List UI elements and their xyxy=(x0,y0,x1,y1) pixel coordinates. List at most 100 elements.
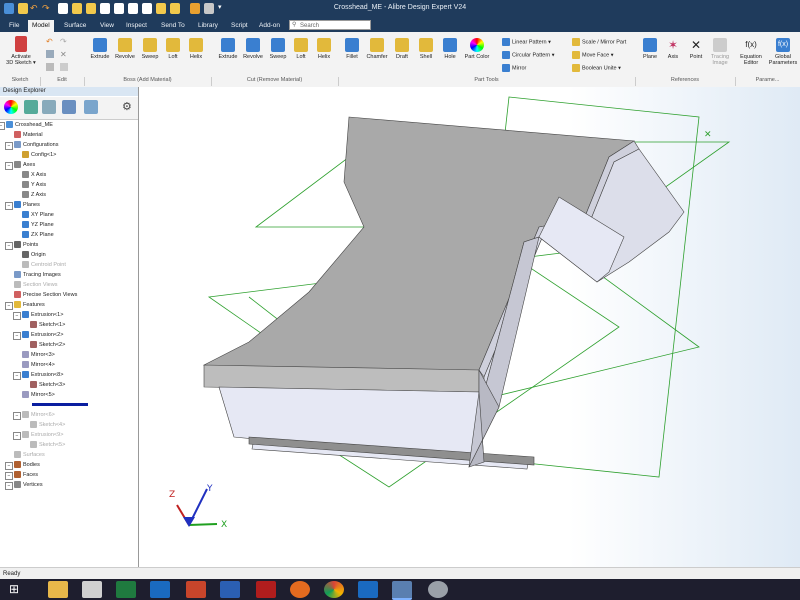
app-icon-2[interactable] xyxy=(428,581,448,598)
point-button[interactable]: ✕ Point xyxy=(686,38,706,60)
word-icon[interactable] xyxy=(220,581,240,598)
tree-item[interactable]: Features xyxy=(14,300,45,310)
boolean-unite-button[interactable]: Boolean Unite ▾ xyxy=(572,64,621,72)
boss-extrude-button[interactable]: Extrude xyxy=(88,38,112,60)
tree-item[interactable]: Surfaces xyxy=(14,450,45,460)
tree-item[interactable]: Extrusion<2> xyxy=(22,330,63,340)
expand-toggle[interactable]: − xyxy=(5,462,13,470)
fillet-button[interactable]: Fillet xyxy=(342,38,362,60)
tree-icon[interactable] xyxy=(84,100,98,114)
menu-send-to[interactable]: Send To xyxy=(157,20,189,32)
expand-toggle[interactable]: − xyxy=(5,162,13,170)
expand-toggle[interactable]: − xyxy=(5,202,13,210)
tree-item[interactable]: Centroid Point xyxy=(22,260,66,270)
expand-toggle[interactable]: − xyxy=(13,332,21,340)
menu-view[interactable]: View xyxy=(96,20,118,32)
tree-item[interactable]: Y Axis xyxy=(22,180,46,190)
activate-3d-sketch-button[interactable]: Activate 3D Sketch ▾ xyxy=(3,36,39,66)
excel-icon[interactable] xyxy=(116,581,136,598)
display-icon[interactable] xyxy=(62,100,76,114)
tree-item[interactable]: Sketch<2> xyxy=(30,340,65,350)
gear-icon[interactable]: ⚙ xyxy=(122,100,136,114)
circular-pattern-button[interactable]: Circular Pattern ▾ xyxy=(502,51,555,59)
tree-item[interactable]: Mirror<3> xyxy=(22,350,55,360)
plane-button[interactable]: Plane xyxy=(640,38,660,60)
expand-toggle[interactable]: − xyxy=(13,372,21,380)
tree-item[interactable]: ZX Plane xyxy=(22,230,54,240)
expand-toggle[interactable]: − xyxy=(13,312,21,320)
tree-item[interactable]: Extrusion<9> xyxy=(22,430,63,440)
cut-loft-button[interactable]: Loft xyxy=(291,38,311,60)
shell-button[interactable]: Shell xyxy=(416,38,436,60)
chamfer-button[interactable]: Chamfer xyxy=(364,38,390,60)
file-explorer-icon[interactable] xyxy=(48,581,68,598)
3d-viewport[interactable]: Z Y X ✕ xyxy=(139,87,800,567)
expand-toggle[interactable]: − xyxy=(5,242,13,250)
tree-item[interactable]: XY Plane xyxy=(22,210,54,220)
tree-item[interactable]: Planes xyxy=(14,200,40,210)
tree-item[interactable]: Axes xyxy=(14,160,35,170)
expand-toggle[interactable]: − xyxy=(5,302,13,310)
cut-icon[interactable] xyxy=(60,63,68,71)
color-wheel-icon[interactable] xyxy=(4,100,18,114)
tree-item[interactable]: Precise Section Views xyxy=(14,290,77,300)
boss-revolve-button[interactable]: Revolve xyxy=(113,38,137,60)
axis-tool-icon[interactable] xyxy=(24,100,38,114)
delete-icon[interactable]: ✕ xyxy=(60,50,68,59)
tree-item[interactable]: Points xyxy=(14,240,38,250)
tree-item[interactable]: Mirror<4> xyxy=(22,360,55,370)
expand-toggle[interactable]: − xyxy=(13,432,21,440)
redo-edit-icon[interactable]: ↷ xyxy=(60,37,68,46)
outlook-icon-2[interactable] xyxy=(358,581,378,598)
move-face-button[interactable]: Move Face ▾ xyxy=(572,51,614,59)
draft-button[interactable]: Draft xyxy=(392,38,412,60)
cut-extrude-button[interactable]: Extrude xyxy=(216,38,240,60)
part-color-button[interactable]: Part Color xyxy=(462,38,492,60)
menu-library[interactable]: Library xyxy=(194,20,222,32)
expand-toggle[interactable]: − xyxy=(5,482,13,490)
tree-item[interactable]: Sketch<4> xyxy=(30,420,65,430)
alibre-icon[interactable] xyxy=(392,581,412,600)
copy-icon[interactable] xyxy=(46,50,54,58)
expand-toggle[interactable]: − xyxy=(5,142,13,150)
menu-script[interactable]: Script xyxy=(227,20,252,32)
tree-item[interactable]: Mirror<5> xyxy=(22,390,55,400)
tracing-image-button[interactable]: Tracing Image xyxy=(708,38,732,66)
menu-add-on[interactable]: Add-on xyxy=(255,20,284,32)
firefox-icon[interactable] xyxy=(290,581,310,598)
tree-item[interactable]: Bodies xyxy=(14,460,40,470)
tree-item[interactable]: Z Axis xyxy=(22,190,46,200)
expand-toggle[interactable]: − xyxy=(0,122,5,130)
tree-item[interactable]: Extrusion<8> xyxy=(22,370,63,380)
tree-item[interactable]: Crosshead_ME xyxy=(6,120,53,130)
rollback-bar[interactable] xyxy=(32,403,88,406)
scale-mirror-part-button[interactable]: Scale / Mirror Part xyxy=(572,38,626,46)
search-input[interactable]: Search xyxy=(289,20,371,30)
properties-icon[interactable] xyxy=(42,100,56,114)
tree-item[interactable]: Tracing Images xyxy=(14,270,61,280)
acrobat-icon[interactable] xyxy=(256,581,276,598)
undo-edit-icon[interactable]: ↶ xyxy=(46,37,54,46)
tree-item[interactable]: Material xyxy=(14,130,43,140)
paste-icon[interactable] xyxy=(46,63,54,71)
hole-button[interactable]: Hole xyxy=(440,38,460,60)
tree-item[interactable]: Section Views xyxy=(14,280,57,290)
axis-button[interactable]: ✶ Axis xyxy=(663,38,683,60)
menu-model[interactable]: Model xyxy=(28,20,54,32)
outlook-icon[interactable] xyxy=(150,581,170,598)
cut-sweep-button[interactable]: Sweep xyxy=(266,38,290,60)
mirror-button[interactable]: Mirror xyxy=(502,64,526,72)
tree-item[interactable]: Config<1> xyxy=(22,150,56,160)
tree-item[interactable]: Mirror<6> xyxy=(22,410,55,420)
expand-toggle[interactable]: − xyxy=(5,472,13,480)
start-icon[interactable]: ⊞ xyxy=(4,581,24,598)
tree-item[interactable]: Sketch<1> xyxy=(30,320,65,330)
expand-toggle[interactable]: − xyxy=(13,412,21,420)
tree-item[interactable]: Sketch<3> xyxy=(30,380,65,390)
media-icon[interactable] xyxy=(82,581,102,598)
tree-item[interactable]: Faces xyxy=(14,470,38,480)
menu-inspect[interactable]: Inspect xyxy=(122,20,151,32)
cut-helix-button[interactable]: Helix xyxy=(314,38,334,60)
tree-item[interactable]: Sketch<5> xyxy=(30,440,65,450)
menu-surface[interactable]: Surface xyxy=(60,20,90,32)
